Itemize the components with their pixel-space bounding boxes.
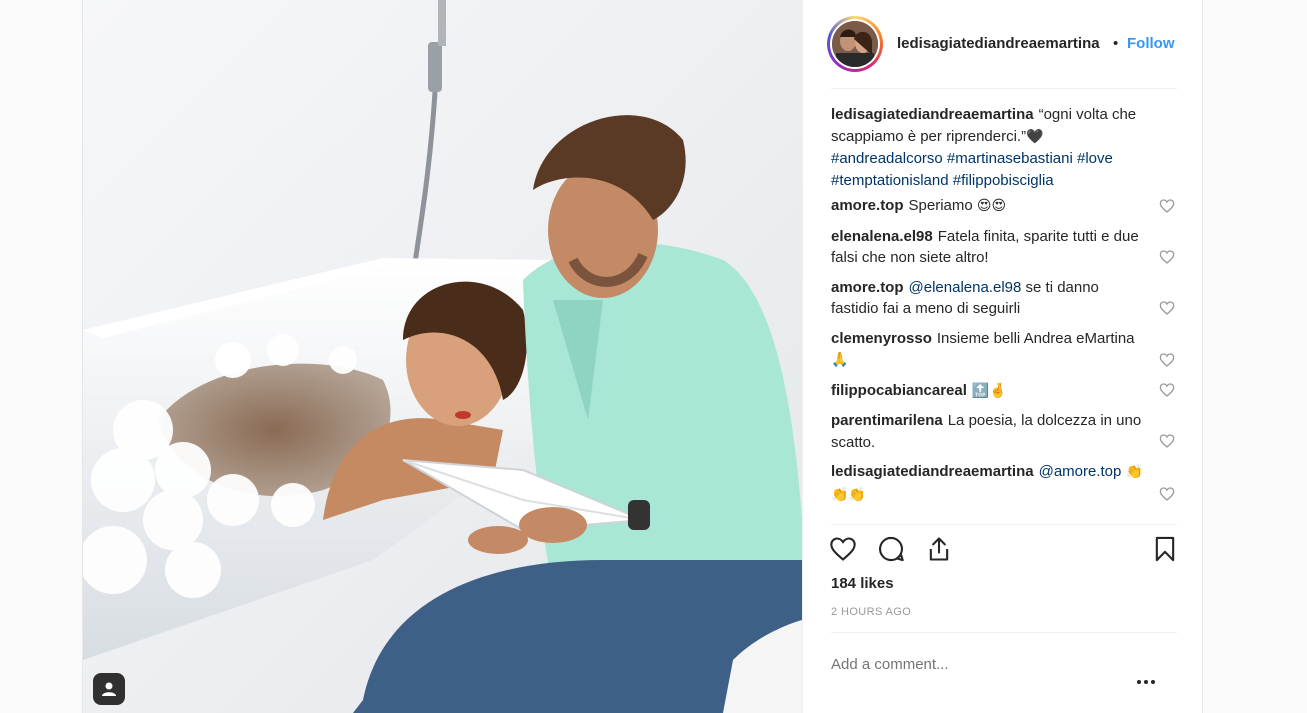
comment-icon <box>879 536 904 562</box>
comment-text: Speriamo <box>908 197 973 214</box>
likes-count[interactable]: 184 likes <box>831 575 894 592</box>
heart-icon[interactable] <box>1159 352 1175 368</box>
post-timestamp[interactable]: 2 HOURS AGO <box>831 606 911 618</box>
header-divider <box>831 88 1177 89</box>
bookmark-icon <box>1155 536 1175 562</box>
avatar-image <box>832 21 878 67</box>
heart-icon[interactable] <box>1159 486 1175 502</box>
comment-username[interactable]: clemenyrosso <box>831 330 932 347</box>
hashtag[interactable]: #love <box>1077 150 1113 167</box>
heart-icon[interactable] <box>1159 198 1175 214</box>
comment-mention[interactable]: @elenalena.el98 <box>909 279 1022 296</box>
avatar[interactable] <box>832 21 878 67</box>
hashtag[interactable]: #temptationisland <box>831 172 949 189</box>
comment-emoji: 😍😍 <box>976 198 1007 214</box>
like-button[interactable] <box>827 533 859 565</box>
share-button[interactable] <box>923 533 955 565</box>
heart-icon[interactable] <box>1159 433 1175 449</box>
share-icon <box>929 537 949 561</box>
comment-emoji: 🔝🤞 <box>971 382 1007 399</box>
heart-icon[interactable] <box>1159 300 1175 316</box>
post-photo[interactable] <box>83 0 802 713</box>
heart-icon[interactable] <box>1159 249 1175 265</box>
comment-mention[interactable]: @amore.top <box>1039 463 1122 480</box>
comment-emoji: 🙏 <box>831 352 849 368</box>
post-sidebar: ledisagiatediandreaemartina • Follow led… <box>802 0 1203 713</box>
comment-username[interactable]: filippocabiancareal <box>831 382 967 399</box>
comment-username[interactable]: amore.top <box>831 197 904 214</box>
caption-emoji: 🖤 <box>1026 128 1044 145</box>
post-container: ledisagiatediandreaemartina • Follow led… <box>82 0 1203 713</box>
post-actions <box>830 533 1177 569</box>
heart-icon[interactable] <box>1159 382 1175 398</box>
caption-username[interactable]: ledisagiatediandreaemartina <box>831 106 1034 123</box>
more-options-button[interactable] <box>1131 672 1161 692</box>
add-comment-input[interactable] <box>831 652 1131 676</box>
comment-button[interactable] <box>875 533 907 565</box>
save-button[interactable] <box>1149 533 1181 565</box>
comment: parentimarilena La poesia, la dolcezza in… <box>831 410 1177 453</box>
comment: amore.top @elenalena.el98 se ti danno fas… <box>831 277 1177 320</box>
comment: amore.top Speriamo 😍😍 <box>831 195 1177 218</box>
comment-username[interactable]: elenalena.el98 <box>831 228 933 245</box>
actions-divider <box>831 524 1177 525</box>
user-tag-icon <box>102 682 116 696</box>
hashtag[interactable]: #filippobisciglia <box>953 172 1054 189</box>
comment: ledisagiatediandreaemartina @amore.top 👏👏… <box>831 461 1177 506</box>
separator-dot: • <box>1113 35 1119 52</box>
heart-icon <box>830 537 856 561</box>
comment-username[interactable]: parentimarilena <box>831 412 943 429</box>
hashtag[interactable]: #martinasebastiani <box>947 150 1073 167</box>
comment-username[interactable]: amore.top <box>831 279 904 296</box>
comment-divider <box>831 632 1177 633</box>
comment: elenalena.el98 Fatela finita, sparite tut… <box>831 226 1177 269</box>
comment-username[interactable]: ledisagiatediandreaemartina <box>831 463 1034 480</box>
comment-text: Insieme belli Andrea eMartina <box>936 329 1135 347</box>
post-header: ledisagiatediandreaemartina • Follow <box>803 0 1203 88</box>
more-options-icon <box>1137 680 1155 684</box>
post-username[interactable]: ledisagiatediandreaemartina <box>897 35 1100 52</box>
comment: clemenyrosso Insieme belli Andrea eMartin… <box>831 328 1177 372</box>
photo-illustration <box>83 0 802 713</box>
story-ring[interactable] <box>827 16 883 72</box>
follow-button[interactable]: Follow <box>1127 35 1175 52</box>
avatar-frame <box>830 19 880 69</box>
comments-list: ledisagiatediandreaemartina “ogni volta c… <box>831 104 1177 524</box>
hashtag[interactable]: #andreadalcorso <box>831 150 943 167</box>
caption: ledisagiatediandreaemartina “ogni volta c… <box>831 104 1177 191</box>
comment: filippocabiancareal 🔝🤞 <box>831 380 1177 403</box>
user-tag-button[interactable] <box>93 673 125 705</box>
